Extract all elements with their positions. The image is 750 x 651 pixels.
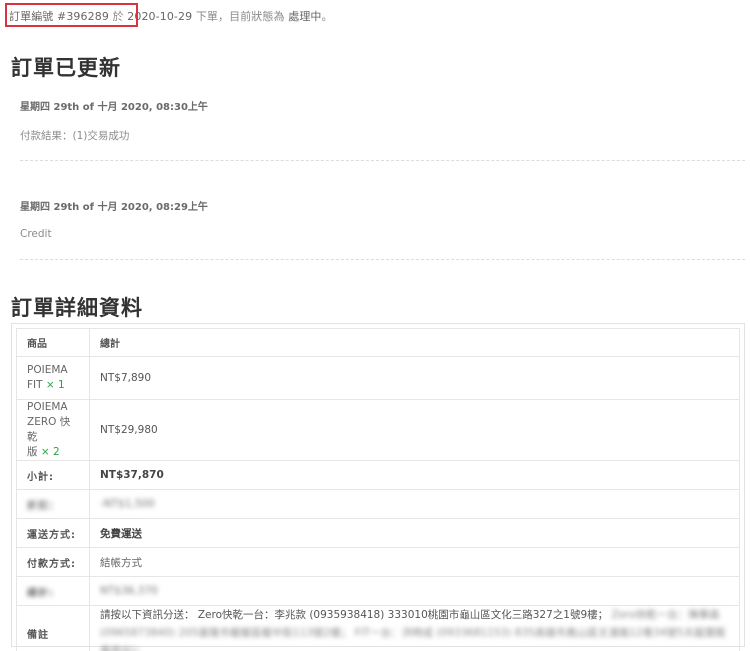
table-row: POIEMA ZERO 快乾 版 × 2 NT$29,980 — [16, 399, 740, 461]
product-cell: POIEMA FIT × 1 — [16, 356, 90, 400]
note-divider — [20, 259, 745, 260]
table-row: POIEMA FIT × 1 NT$7,890 — [16, 356, 740, 400]
column-header-product: 商品 — [16, 328, 90, 357]
table-header-row: 商品 總計 — [16, 328, 740, 357]
payment-value: 結帳方式 — [89, 547, 740, 577]
order-note: 星期四 29th of 十月 2020, 08:29上午 Credit — [20, 198, 745, 240]
note-text-blurred: 205基隆市暖暖區暖中街113號2樓； FIT一台：洪時成 (093368115… — [100, 627, 726, 651]
discount-label: 折扣： — [16, 489, 90, 519]
order-status-notice: 訂單編號 #396289 於 2020-10-29 下單，目前狀態為 處理中。 — [5, 3, 333, 27]
order-status: 處理中 — [288, 10, 322, 23]
product-name-link[interactable]: POIEMA — [27, 401, 68, 413]
column-header-total: 總計 — [89, 328, 740, 357]
order-details-table-wrapper: 商品 總計 POIEMA FIT × 1 NT$7,890 POIEMA ZER… — [11, 323, 745, 651]
discount-value: -NT$1,500 — [89, 489, 740, 519]
note-body: Credit — [20, 228, 52, 240]
subtotal-value: NT$37,870 — [89, 460, 740, 490]
total-value: NT$36,370 — [89, 576, 740, 606]
subtotal-label: 小計: — [16, 460, 90, 490]
placed-text: 下單，目前狀態為 — [195, 10, 285, 23]
shipping-label: 運送方式: — [16, 518, 90, 548]
note-meta: 星期四 29th of 十月 2020, 08:29上午 — [20, 202, 208, 213]
product-name-link[interactable]: FIT — [27, 379, 43, 391]
product-name-link[interactable]: POIEMA — [27, 364, 68, 376]
payment-label: 付款方式: — [16, 547, 90, 577]
order-note: 星期四 29th of 十月 2020, 08:30上午 付款結果：(1)交易成… — [20, 98, 745, 143]
product-quantity: × 1 — [45, 379, 65, 391]
product-name-link[interactable]: 版 — [27, 446, 38, 458]
note-row: 備註 請按以下資訊分送： Zero快乾一台：李兆款 (0935938418) 3… — [16, 605, 740, 651]
product-quantity: × 2 — [40, 446, 60, 458]
note-text: 請按以下資訊分送： Zero快乾一台：李兆款 (0935938418) 3330… — [100, 609, 609, 621]
order-updates-heading: 訂單已更新 — [11, 56, 121, 80]
product-name-link[interactable]: ZERO 快乾 — [27, 416, 70, 443]
total-label: 總計: — [16, 576, 90, 606]
discount-row: 折扣： -NT$1,500 — [16, 489, 740, 519]
total-row: 總計: NT$36,370 — [16, 576, 740, 606]
line-total: NT$29,980 — [89, 399, 740, 461]
note-meta: 星期四 29th of 十月 2020, 08:30上午 — [20, 102, 208, 113]
shipping-value: 免費運送 — [89, 518, 740, 548]
notice-end: 。 — [321, 10, 333, 23]
payment-row: 付款方式: 結帳方式 — [16, 547, 740, 577]
highlight-box — [5, 3, 138, 27]
line-total: NT$7,890 — [89, 356, 740, 400]
note-divider — [20, 160, 745, 161]
subtotal-row: 小計: NT$37,870 — [16, 460, 740, 490]
order-details-heading: 訂單詳細資料 — [11, 296, 143, 320]
note-label: 備註 — [16, 605, 90, 651]
order-details-table: 商品 總計 POIEMA FIT × 1 NT$7,890 POIEMA ZER… — [16, 328, 740, 651]
shipping-row: 運送方式: 免費運送 — [16, 518, 740, 548]
note-body: 付款結果：(1)交易成功 — [20, 130, 130, 142]
note-value: 請按以下資訊分送： Zero快乾一台：李兆款 (0935938418) 3330… — [89, 605, 740, 651]
product-cell: POIEMA ZERO 快乾 版 × 2 — [16, 399, 90, 461]
